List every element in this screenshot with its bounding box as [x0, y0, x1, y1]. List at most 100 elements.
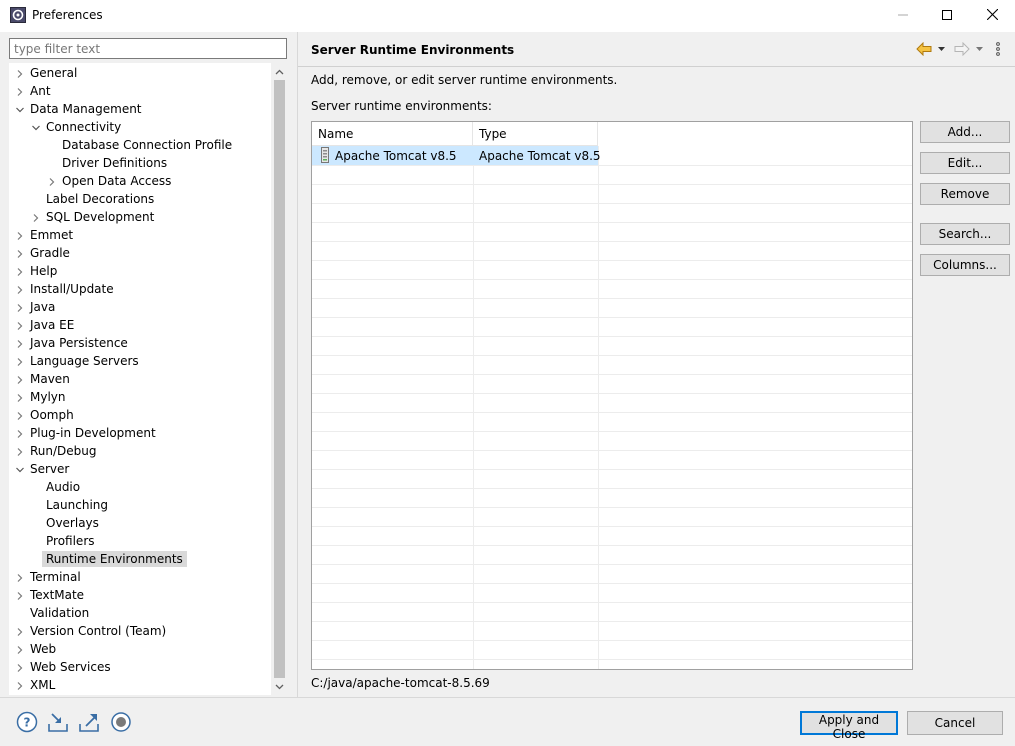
panel-divider[interactable]	[297, 32, 298, 698]
tree-item[interactable]: SQL Development	[9, 208, 271, 226]
chevron-right-icon[interactable]	[31, 212, 41, 222]
oomph-record-icon[interactable]	[110, 711, 132, 733]
back-arrow-icon[interactable]	[916, 41, 932, 57]
tree-item-label: Label Decorations	[46, 192, 155, 206]
tree-item[interactable]: General	[9, 64, 271, 82]
edit-button[interactable]: Edit...	[920, 152, 1010, 174]
tree-item-label: Emmet	[30, 228, 74, 242]
tree-item[interactable]: Java EE	[9, 316, 271, 334]
chevron-right-icon[interactable]	[15, 86, 25, 96]
chevron-right-icon[interactable]	[15, 392, 25, 402]
tree-item[interactable]: Maven	[9, 370, 271, 388]
tree-item[interactable]: Profilers	[9, 532, 271, 550]
tree-item[interactable]: Audio	[9, 478, 271, 496]
preference-tree[interactable]: General Ant Data Management Connectivity Dat…	[9, 63, 288, 695]
chevron-right-icon[interactable]	[15, 284, 25, 294]
tree-item[interactable]: Launching	[9, 496, 271, 514]
column-header-name[interactable]: Name	[312, 122, 473, 146]
tree-item[interactable]: Runtime Environments	[9, 550, 271, 568]
chevron-right-icon[interactable]	[15, 428, 25, 438]
chevron-right-icon[interactable]	[15, 356, 25, 366]
chevron-right-icon[interactable]	[15, 662, 25, 672]
tree-item[interactable]: Connectivity	[9, 118, 271, 136]
runtime-list-label: Server runtime environments:	[311, 99, 492, 113]
add-button[interactable]: Add...	[920, 121, 1010, 143]
tree-item[interactable]: Emmet	[9, 226, 271, 244]
tree-item[interactable]: TextMate	[9, 586, 271, 604]
tree-item[interactable]: Run/Debug	[9, 442, 271, 460]
chevron-right-icon[interactable]	[15, 266, 25, 276]
chevron-right-icon[interactable]	[15, 410, 25, 420]
chevron-right-icon[interactable]	[15, 374, 25, 384]
tree-item[interactable]: Java Persistence	[9, 334, 271, 352]
runtime-table[interactable]: Name Type Apache Tomcat v8.5 Apache Tomc…	[311, 121, 913, 670]
tree-item[interactable]: Mylyn	[9, 388, 271, 406]
scroll-down-icon[interactable]	[271, 678, 288, 695]
chevron-right-icon[interactable]	[15, 338, 25, 348]
tree-item[interactable]: Server	[9, 460, 271, 478]
chevron-down-icon[interactable]	[31, 122, 41, 132]
filter-input[interactable]	[9, 38, 287, 59]
scroll-up-icon[interactable]	[271, 63, 288, 80]
chevron-right-icon[interactable]	[47, 176, 57, 186]
chevron-down-icon[interactable]	[15, 104, 25, 114]
chevron-right-icon[interactable]	[15, 68, 25, 78]
tree-item[interactable]: Install/Update	[9, 280, 271, 298]
maximize-button[interactable]	[924, 0, 970, 32]
tree-item[interactable]: Web Services	[9, 658, 271, 676]
chevron-right-icon[interactable]	[15, 230, 25, 240]
table-row-line	[312, 260, 912, 261]
tree-item[interactable]: Help	[9, 262, 271, 280]
table-row-line	[312, 583, 912, 584]
tree-item[interactable]: Validation	[9, 604, 271, 622]
close-button[interactable]	[969, 0, 1015, 32]
tree-item[interactable]: Overlays	[9, 514, 271, 532]
view-menu-icon[interactable]	[995, 41, 1001, 57]
chevron-right-icon[interactable]	[15, 446, 25, 456]
export-icon[interactable]	[78, 711, 100, 733]
tree-item[interactable]: Oomph	[9, 406, 271, 424]
columns-button[interactable]: Columns...	[920, 254, 1010, 276]
chevron-right-icon[interactable]	[15, 248, 25, 258]
tree-item[interactable]: XML	[9, 676, 271, 694]
chevron-right-icon[interactable]	[15, 644, 25, 654]
tree-item[interactable]: Language Servers	[9, 352, 271, 370]
tree-item[interactable]: Open Data Access	[9, 172, 271, 190]
apply-and-close-button[interactable]: Apply and Close	[800, 711, 898, 741]
tree-item-label: SQL Development	[46, 210, 155, 224]
chevron-right-icon[interactable]	[15, 302, 25, 312]
tree-item[interactable]: Database Connection Profile	[9, 136, 271, 154]
tree-item[interactable]: Driver Definitions	[9, 154, 271, 172]
tree-item[interactable]: Gradle	[9, 244, 271, 262]
tree-item[interactable]: Label Decorations	[9, 190, 271, 208]
tree-item-label: Help	[30, 264, 58, 278]
chevron-right-icon[interactable]	[15, 320, 25, 330]
tree-item[interactable]: Java	[9, 298, 271, 316]
chevron-right-icon[interactable]	[15, 626, 25, 636]
tree-item[interactable]: Version Control (Team)	[9, 622, 271, 640]
forward-menu-icon[interactable]	[975, 41, 984, 57]
tree-item[interactable]: Terminal	[9, 568, 271, 586]
search-button[interactable]: Search...	[920, 223, 1010, 245]
help-icon[interactable]: ?	[16, 711, 38, 733]
tree-item[interactable]: Ant	[9, 82, 271, 100]
column-header-type[interactable]: Type	[473, 122, 598, 146]
tree-item[interactable]: Plug-in Development	[9, 424, 271, 442]
chevron-right-icon[interactable]	[15, 572, 25, 582]
back-menu-icon[interactable]	[937, 41, 946, 57]
chevron-right-icon[interactable]	[15, 590, 25, 600]
tree-item-label: General	[30, 66, 78, 80]
minimize-button[interactable]	[880, 0, 926, 32]
cancel-button[interactable]: Cancel	[907, 711, 1003, 735]
tree-item[interactable]: Data Management	[9, 100, 271, 118]
scroll-thumb[interactable]	[274, 80, 285, 678]
chevron-down-icon[interactable]	[15, 464, 25, 474]
tree-scrollbar[interactable]	[271, 63, 288, 695]
forward-arrow-icon[interactable]	[954, 41, 970, 57]
remove-button[interactable]: Remove	[920, 183, 1010, 205]
tree-item[interactable]: Web	[9, 640, 271, 658]
import-icon[interactable]	[47, 711, 69, 733]
tree-item-label: Data Management	[30, 102, 142, 116]
tree-item-label: Language Servers	[30, 354, 139, 368]
chevron-right-icon[interactable]	[15, 680, 25, 690]
